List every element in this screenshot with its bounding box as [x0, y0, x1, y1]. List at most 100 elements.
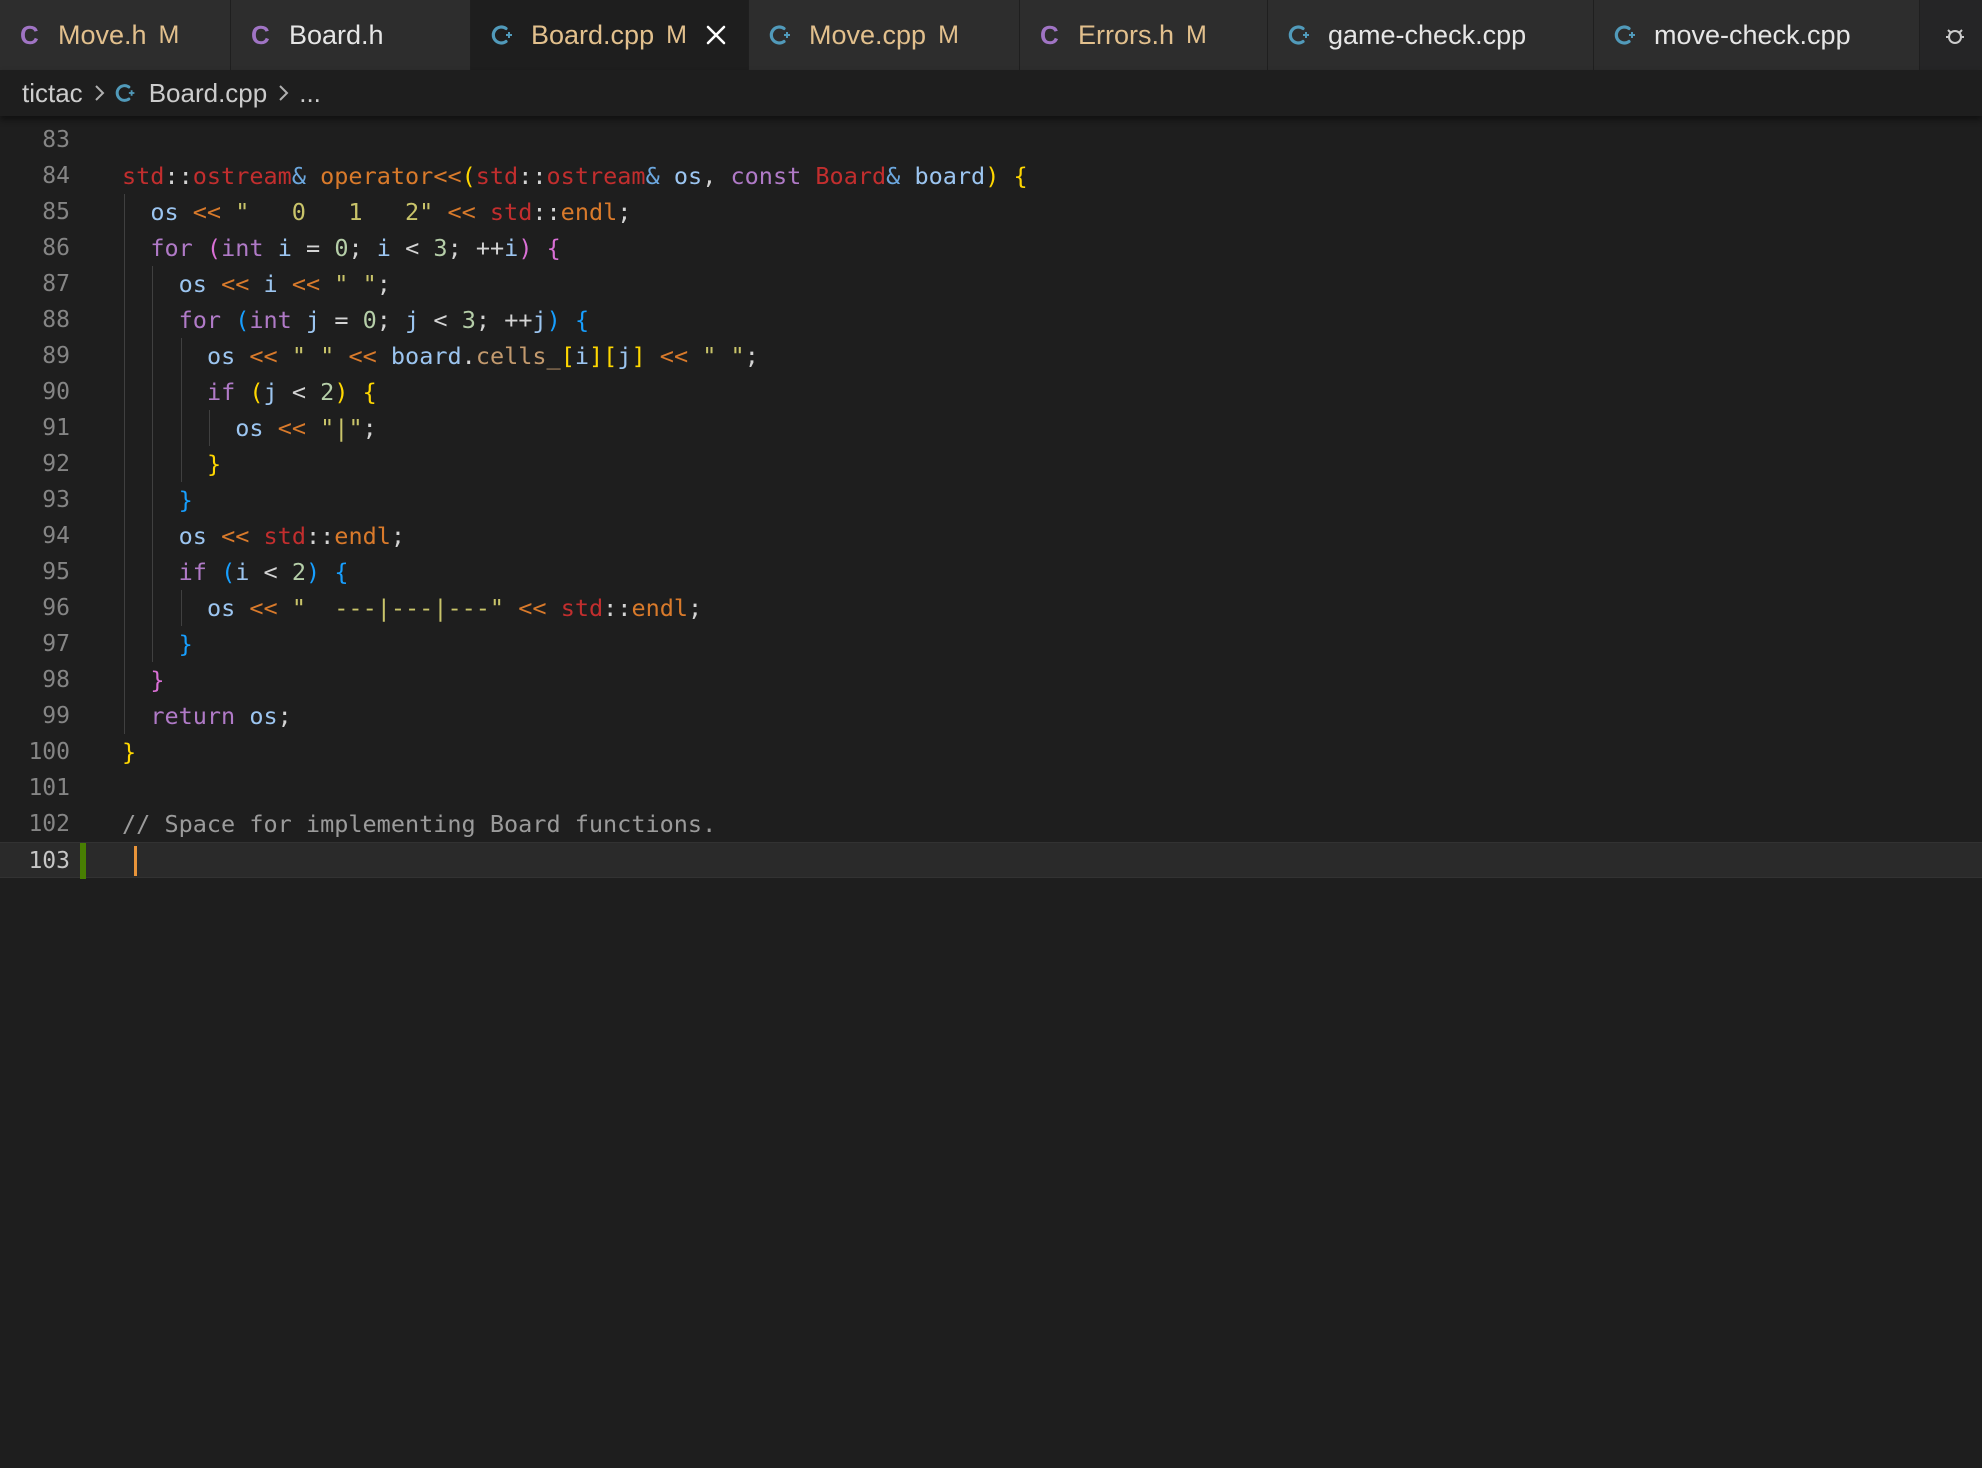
indent-guide	[152, 446, 154, 482]
modified-badge: M	[666, 20, 687, 49]
tab-game-check-cpp[interactable]: game-check.cpp	[1268, 0, 1594, 70]
code-line[interactable]: 89 os << " " << board.cells_[i][j] << " …	[0, 338, 1982, 374]
indent-guide	[208, 410, 210, 446]
cpp-file-icon	[115, 84, 135, 102]
indent-guide	[152, 482, 154, 518]
code-line[interactable]: 97 }	[0, 626, 1982, 662]
code-text: if (i < 2) {	[178, 558, 349, 586]
breadcrumb-symbol[interactable]: ...	[299, 78, 321, 109]
indent-guide	[124, 554, 125, 590]
indent-guide	[152, 518, 154, 554]
code-line[interactable]: 93 }	[0, 482, 1982, 518]
code-text: }	[150, 666, 165, 694]
indent-guide	[152, 302, 154, 338]
line-number: 91	[42, 415, 70, 441]
indent-guide	[124, 518, 125, 554]
code-line[interactable]: 87 os << i << " ";	[0, 266, 1982, 302]
line-number: 85	[42, 199, 70, 225]
code-line[interactable]: 90 if (j < 2) {	[0, 374, 1982, 410]
breadcrumb-folder[interactable]: tictac	[22, 78, 83, 109]
chevron-right-icon	[94, 85, 105, 101]
modified-badge: M	[1186, 20, 1207, 49]
code-line[interactable]: 95 if (i < 2) {	[0, 554, 1982, 590]
code-text: std::ostream& operator<<(std::ostream& o…	[122, 162, 1028, 190]
editor-tab-bar: C Move.h M C Board.h Board.cpp M Move.cp…	[0, 0, 1982, 70]
line-number: 93	[42, 487, 70, 513]
code-line[interactable]: 103	[0, 842, 1982, 879]
code-line[interactable]: 101	[0, 770, 1982, 806]
tab-overflow-actions[interactable]	[1920, 0, 1982, 70]
code-text: for (int j = 0; j < 3; ++j) {	[178, 306, 590, 334]
code-line[interactable]: 83	[0, 122, 1982, 158]
code-line[interactable]: 99 return os;	[0, 698, 1982, 734]
code-text: return os;	[150, 702, 292, 730]
code-text: os << " 0 1 2" << std::endl;	[150, 198, 632, 226]
c-header-icon: C	[251, 19, 270, 50]
line-number: 88	[42, 307, 70, 333]
code-line[interactable]: 98 }	[0, 662, 1982, 698]
code-line[interactable]: 85 os << " 0 1 2" << std::endl;	[0, 194, 1982, 230]
code-text: for (int i = 0; i < 3; ++i) {	[150, 234, 561, 262]
code-line[interactable]: 91 os << "|";	[0, 410, 1982, 446]
code-line[interactable]: 96 os << " ---|---|---" << std::endl;	[0, 590, 1982, 626]
line-number: 97	[42, 631, 70, 657]
cpp-file-icon	[1614, 25, 1635, 45]
line-number: 100	[28, 739, 70, 765]
indent-guide	[152, 374, 154, 410]
breadcrumb-file[interactable]: Board.cpp	[149, 78, 268, 109]
code-line[interactable]: 88 for (int j = 0; j < 3; ++j) {	[0, 302, 1982, 338]
indent-guide	[124, 266, 125, 302]
indent-guide	[124, 302, 125, 338]
line-number: 95	[42, 559, 70, 585]
indent-guide	[124, 194, 125, 230]
cpp-file-icon	[769, 25, 790, 45]
code-text: // Space for implementing Board function…	[122, 810, 717, 838]
tab-board-cpp[interactable]: Board.cpp M	[471, 0, 749, 70]
line-number: 87	[42, 271, 70, 297]
close-icon[interactable]	[705, 24, 727, 46]
code-line[interactable]: 102 // Space for implementing Board funct…	[0, 806, 1982, 842]
indent-guide	[180, 410, 182, 446]
indent-guide	[124, 482, 125, 518]
code-text: }	[178, 630, 193, 658]
code-line[interactable]: 84 std::ostream& operator<<(std::ostream&…	[0, 158, 1982, 194]
code-line[interactable]: 92 }	[0, 446, 1982, 482]
code-line[interactable]: 94 os << std::endl;	[0, 518, 1982, 554]
code-text: os << i << " ";	[178, 270, 391, 298]
tab-errors-h[interactable]: C Errors.h M	[1020, 0, 1268, 70]
line-number: 98	[42, 667, 70, 693]
indent-guide	[180, 590, 182, 626]
line-number: 94	[42, 523, 70, 549]
c-header-icon: C	[1040, 19, 1059, 50]
tab-label: Board.cpp	[531, 19, 655, 50]
indent-guide	[124, 662, 125, 698]
line-number: 83	[42, 127, 70, 153]
indent-guide	[152, 554, 154, 590]
code-text: os << std::endl;	[178, 522, 406, 550]
tab-label: Move.cpp	[809, 19, 927, 50]
tab-move-h[interactable]: C Move.h M	[0, 0, 231, 70]
indent-guide	[124, 590, 125, 626]
c-header-icon: C	[20, 19, 39, 50]
tab-move-cpp[interactable]: Move.cpp M	[749, 0, 1020, 70]
cpp-file-icon	[491, 25, 512, 45]
code-editor[interactable]: 8384 std::ostream& operator<<(std::ostrea…	[0, 116, 1982, 1468]
line-number: 92	[42, 451, 70, 477]
code-line[interactable]: 86 for (int i = 0; i < 3; ++i) {	[0, 230, 1982, 266]
code-text: os << "|";	[235, 414, 377, 442]
line-number: 103	[28, 848, 70, 874]
tab-label: game-check.cpp	[1328, 19, 1527, 50]
tab-board-h[interactable]: C Board.h	[231, 0, 471, 70]
debug-icon	[1946, 29, 1964, 44]
tab-move-check-cpp[interactable]: move-check.cpp	[1594, 0, 1920, 70]
tab-label: move-check.cpp	[1654, 19, 1851, 50]
tab-label: Errors.h	[1078, 19, 1175, 50]
code-line[interactable]: 100}	[0, 734, 1982, 770]
indent-guide	[152, 266, 154, 302]
indent-guide	[152, 338, 154, 374]
indent-guide	[124, 410, 125, 446]
modified-badge: M	[158, 20, 180, 49]
indent-guide	[124, 626, 125, 662]
tab-label: Move.h	[58, 19, 147, 50]
indent-guide	[124, 338, 125, 374]
